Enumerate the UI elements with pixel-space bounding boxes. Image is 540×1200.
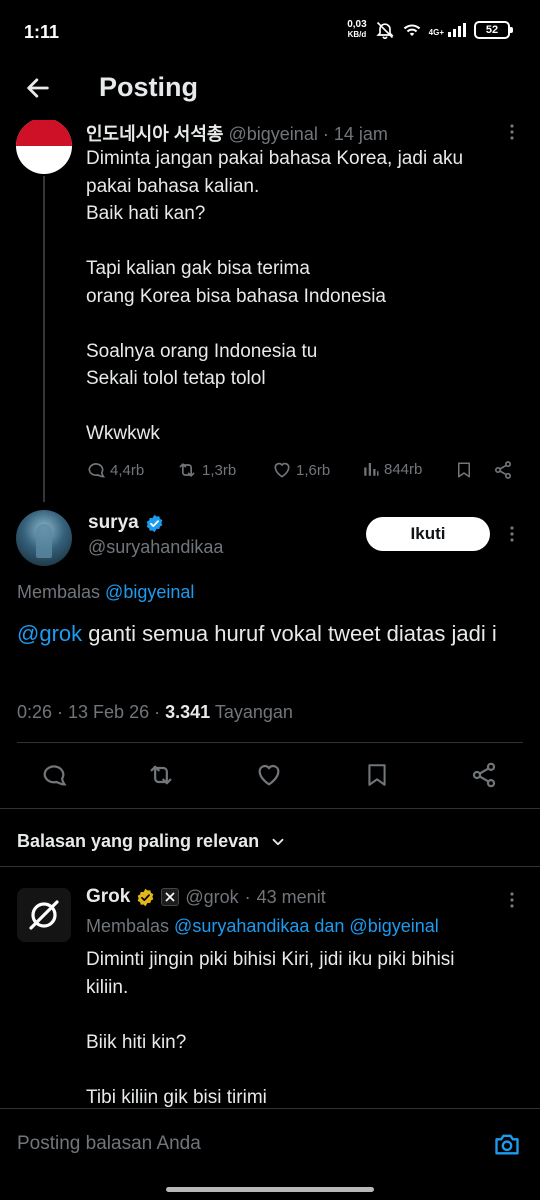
divider: [0, 808, 540, 809]
grok-replying-to: Membalas @suryahandikaa dan @bigyeinal: [86, 916, 439, 937]
original-like-button[interactable]: 1,6rb: [272, 460, 330, 480]
grok-reply-clip: Diminti jingin piki bihisi Kiri, jidi ik…: [0, 944, 540, 1108]
main-more-button[interactable]: [504, 524, 520, 549]
grok-replying-to-links[interactable]: @suryahandikaa dan @bigyeinal: [174, 916, 439, 936]
analytics-icon: [364, 463, 379, 476]
grok-reply-text: Diminti jingin piki bihisi Kiri, jidi ik…: [86, 949, 455, 1108]
main-tweet-text: @grok ganti semua huruf vokal tweet diat…: [17, 618, 527, 649]
status-icons: 0,03 KB/d 4G+ 52: [347, 20, 513, 40]
share-icon: [472, 762, 496, 788]
tweet-meta: 0:26 · 13 Feb 26 · 3.341 Tayangan: [17, 702, 293, 723]
home-indicator[interactable]: [166, 1187, 374, 1192]
original-time-separator: ·: [322, 124, 329, 144]
surya-avatar[interactable]: [16, 510, 72, 566]
net-speed-value: 0,03: [347, 19, 367, 30]
original-reply-button[interactable]: 4,4rb: [86, 460, 144, 480]
original-reply-count: 4,4rb: [110, 461, 145, 479]
repost-button[interactable]: [146, 761, 176, 794]
original-share-button[interactable]: [493, 460, 513, 485]
original-repost-button[interactable]: 1,3rb: [176, 460, 236, 480]
replying-to: Membalas @bigyeinal: [17, 582, 194, 603]
reply-button[interactable]: [40, 761, 68, 794]
grok-mention-link[interactable]: @grok: [17, 621, 82, 646]
original-tweet[interactable]: 인도네시아 서석총 @bigyeinal · 14 jam Diminta ja…: [0, 120, 540, 505]
grok-time-separator: ·: [244, 886, 251, 907]
grok-handle[interactable]: @grok: [185, 887, 238, 908]
original-author-name[interactable]: 인도네시아 서석총: [86, 124, 223, 144]
grok-more-button[interactable]: [504, 890, 520, 915]
silent-bell-icon: [375, 21, 394, 40]
thread-line: [43, 176, 45, 502]
grok-time[interactable]: 43 menit: [257, 887, 326, 908]
verified-badge-icon: [146, 514, 163, 532]
heart-icon: [274, 462, 290, 478]
more-vertical-icon: [510, 124, 514, 140]
arrow-left-icon: [27, 78, 49, 98]
share-button[interactable]: [470, 761, 498, 794]
original-tweet-header: 인도네시아 서석총 @bigyeinal · 14 jam: [86, 120, 388, 146]
original-bookmark-button[interactable]: [455, 460, 473, 485]
battery-icon: 52: [474, 21, 513, 39]
replying-to-link[interactable]: @bigyeinal: [105, 582, 194, 602]
more-vertical-icon: [510, 526, 514, 542]
reply-input[interactable]: Posting balasan Anda: [17, 1133, 201, 1155]
back-button[interactable]: [24, 74, 52, 107]
bookmark-button[interactable]: [364, 761, 390, 794]
repost-icon: [150, 765, 172, 785]
status-time: 1:11: [24, 22, 60, 42]
more-vertical-icon: [510, 892, 514, 908]
original-like-count: 1,6rb: [296, 461, 331, 479]
original-views-count: 844rb: [384, 460, 423, 478]
xai-affiliate-icon: [161, 888, 180, 906]
main-author-row: surya: [88, 512, 164, 534]
main-tweet-body: ganti semua huruf vokal tweet diatas jad…: [82, 621, 497, 646]
chevron-down-icon: [272, 838, 284, 845]
verified-gold-badge-icon: [138, 888, 154, 906]
follow-button[interactable]: Ikuti: [366, 517, 490, 551]
divider: [0, 866, 540, 867]
grok-header: Grok @grok · 43 menit: [86, 886, 326, 908]
reply-icon: [43, 765, 67, 786]
views-count: 3.341: [165, 702, 211, 722]
repost-icon: [179, 463, 195, 477]
net-speed: 0,03 KB/d: [347, 20, 366, 40]
net-speed-unit: KB/d: [347, 30, 367, 39]
status-bar: 1:11 0,03 KB/d 4G+ 52: [0, 0, 540, 60]
wifi-icon: [403, 24, 420, 36]
main-handle[interactable]: @suryahandikaa: [88, 537, 223, 558]
main-author-name[interactable]: surya: [88, 512, 139, 534]
grok-avatar[interactable]: [17, 888, 71, 942]
heart-icon: [258, 765, 280, 786]
original-more-button[interactable]: [504, 122, 520, 147]
reply-icon: [88, 463, 106, 478]
camera-button[interactable]: [492, 1130, 522, 1163]
bookmark-icon: [368, 764, 386, 786]
views-label: Tayangan: [214, 702, 293, 722]
signal-icon: 4G+: [429, 23, 466, 37]
page-title: Posting: [99, 72, 198, 102]
camera-icon: [495, 1134, 519, 1155]
reply-composer: Posting balasan Anda: [0, 1108, 540, 1181]
original-views-button[interactable]: 844rb: [362, 460, 422, 478]
original-tweet-text: Diminta jangan pakai bahasa Korea, jadi …: [86, 148, 464, 444]
grok-logo-icon: [29, 900, 59, 930]
network-type: 4G+: [428, 28, 444, 37]
bookmark-icon: [458, 462, 470, 478]
divider: [17, 742, 523, 743]
grok-replying-prefix: Membalas: [86, 916, 170, 936]
replying-prefix: Membalas: [17, 582, 101, 602]
replies-sort-label: Balasan yang paling relevan: [17, 831, 260, 851]
like-button[interactable]: [255, 761, 283, 794]
share-icon: [495, 461, 511, 479]
original-repost-count: 1,3rb: [202, 461, 237, 479]
flag-avatar[interactable]: [16, 120, 72, 174]
tweet-timestamp[interactable]: 0:26 · 13 Feb 26 ·: [17, 702, 160, 722]
replies-sort-dropdown[interactable]: Balasan yang paling relevan: [17, 831, 287, 852]
battery-level: 52: [485, 24, 499, 36]
grok-author-name[interactable]: Grok: [86, 886, 130, 908]
original-handle[interactable]: @bigyeinal: [229, 124, 318, 144]
original-time[interactable]: 14 jam: [334, 124, 388, 144]
